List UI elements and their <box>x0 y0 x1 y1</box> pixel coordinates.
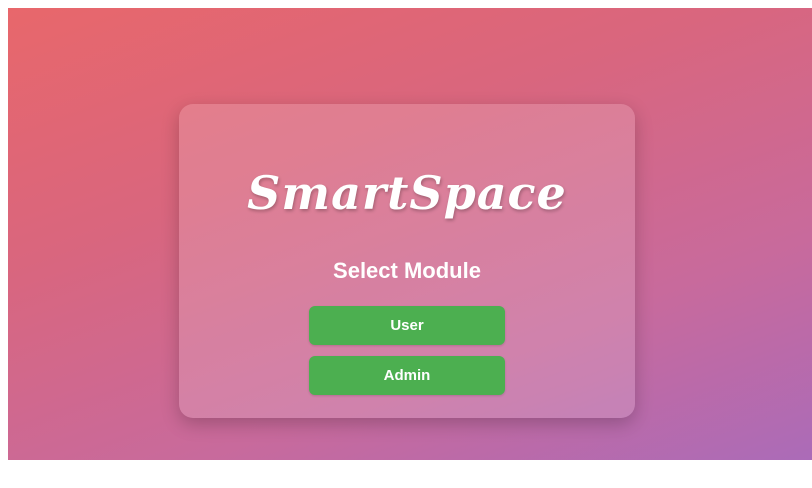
page-background: SmartSpace Select Module User Admin <box>8 8 812 460</box>
select-module-heading: Select Module <box>333 258 481 283</box>
user-module-button[interactable]: User <box>309 306 505 345</box>
admin-module-button[interactable]: Admin <box>309 356 505 395</box>
brand-logo-text: SmartSpace <box>247 166 567 220</box>
module-select-card: SmartSpace Select Module User Admin <box>179 104 635 418</box>
